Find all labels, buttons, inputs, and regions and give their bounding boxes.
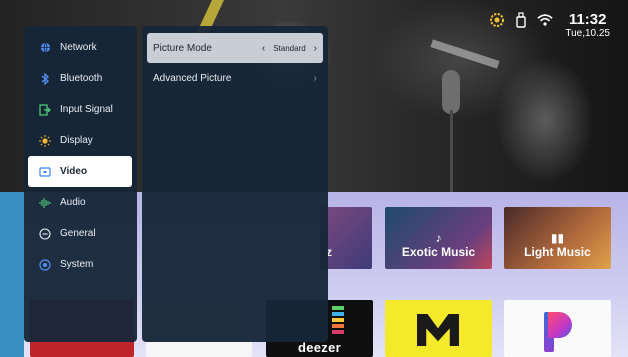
music-note-icon: ♪ [435, 231, 442, 245]
tile-pandora[interactable] [504, 300, 611, 357]
picture-mode-label: Picture Mode [153, 42, 212, 54]
tile-light-music[interactable]: ▮▮ Light Music [504, 207, 611, 269]
picture-mode-value: Standard [273, 43, 306, 53]
advanced-picture-label: Advanced Picture [153, 72, 232, 84]
menu-item-label: Network [60, 42, 97, 53]
display-sun-icon [39, 134, 51, 147]
tile-exotic-music[interactable]: ♪ Exotic Music [385, 207, 492, 269]
picture-mode-row[interactable]: Picture Mode ‹ Standard › [147, 33, 323, 63]
deezer-logo-icon [332, 306, 344, 336]
settings-gear-icon[interactable] [489, 12, 505, 28]
menu-item-label: Bluetooth [60, 73, 103, 84]
wifi-icon [537, 12, 553, 28]
tile-exotic-music-label: Exotic Music [401, 245, 476, 259]
deezer-label: deezer [298, 340, 341, 355]
tile-mtv[interactable] [385, 300, 492, 357]
chevron-right-icon[interactable]: › [314, 43, 317, 54]
menu-item-network[interactable]: Network [24, 32, 137, 63]
advanced-picture-row[interactable]: Advanced Picture › [147, 63, 323, 93]
clock: 11:32 Tue,10.25 [565, 12, 610, 40]
clock-date: Tue,10.25 [565, 28, 610, 39]
menu-item-label: System [60, 259, 94, 270]
menu-item-label: Input Signal [60, 104, 113, 115]
picture-mode-selector[interactable]: ‹ Standard › [262, 43, 317, 54]
tile-partial-label: z [326, 245, 332, 259]
clock-time: 11:32 [568, 11, 607, 28]
chevron-right-icon: › [313, 72, 317, 84]
rail-left-edge [0, 192, 24, 357]
menu-item-input-signal[interactable]: Input Signal [24, 94, 137, 125]
piano-icon: ▮▮ [550, 231, 565, 245]
bluetooth-icon [39, 72, 51, 85]
menu-item-general[interactable]: General [24, 218, 137, 249]
video-icon [39, 166, 51, 178]
microphone-image [442, 70, 460, 114]
menu-item-display[interactable]: Display [24, 125, 137, 156]
usb-storage-icon [513, 12, 529, 28]
menu-item-audio[interactable]: Audio [24, 187, 137, 218]
menu-item-video[interactable]: Video [28, 156, 132, 187]
status-bar: 11:32 Tue,10.25 [489, 12, 610, 40]
menu-item-label: Audio [60, 197, 86, 208]
menu-item-bluetooth[interactable]: Bluetooth [24, 63, 137, 94]
menu-item-label: General [60, 228, 96, 239]
system-icon [39, 258, 51, 271]
chevron-left-icon[interactable]: ‹ [262, 43, 265, 54]
tile-light-music-label: Light Music [524, 245, 591, 259]
pandora-logo-icon [544, 312, 572, 352]
audio-wave-icon [39, 197, 51, 209]
menu-item-system[interactable]: System [24, 249, 137, 280]
menu-item-label: Video [60, 166, 88, 177]
mtv-logo-icon [417, 314, 459, 346]
video-settings-panel: Picture Mode ‹ Standard › Advanced Pictu… [142, 26, 328, 342]
microphone-stand [450, 110, 453, 195]
globe-icon [39, 42, 51, 54]
menu-item-label: Display [60, 135, 93, 146]
settings-menu: Network Bluetooth Input Signal Display V… [24, 26, 137, 342]
input-signal-icon [39, 103, 51, 116]
general-icon [39, 227, 51, 240]
